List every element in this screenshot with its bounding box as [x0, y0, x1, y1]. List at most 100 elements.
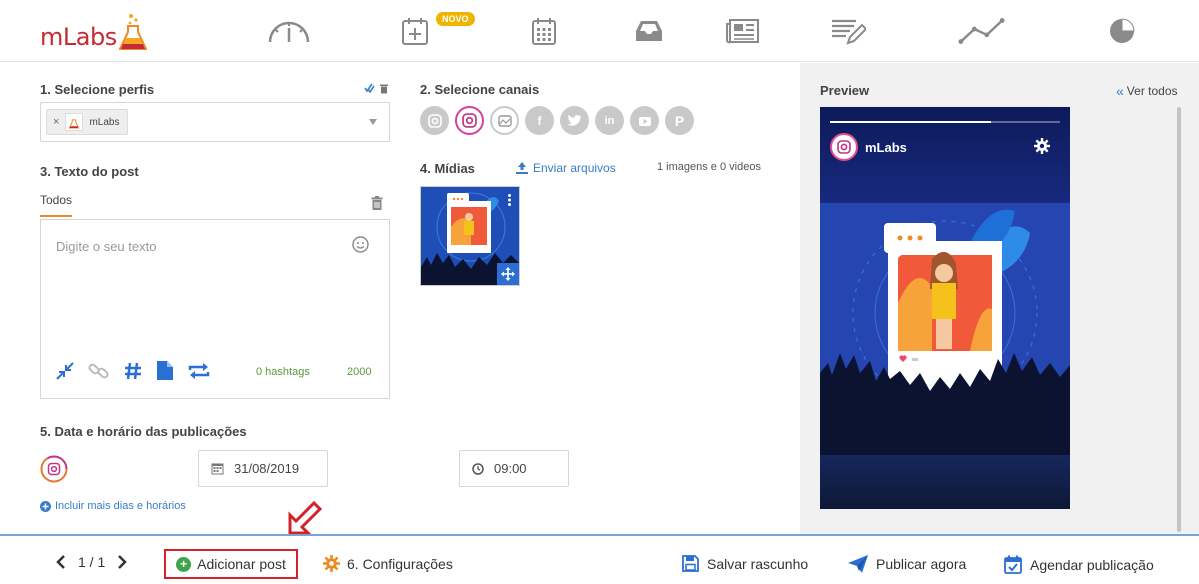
include-more-days-link[interactable]: Incluir mais dias e horários — [40, 500, 186, 512]
see-all-link[interactable]: « Ver todos — [1116, 83, 1178, 99]
profile-chip-label: mLabs — [89, 116, 120, 128]
schedule-post-label: Agendar publicação — [1030, 556, 1154, 573]
bottom-action-bar: 1 / 1 + Adicionar post 6. Configurações … — [0, 534, 1199, 584]
nav-analytics[interactable] — [958, 14, 1006, 48]
save-draft-label: Salvar rascunho — [707, 555, 809, 572]
calendar-icon — [211, 463, 224, 475]
add-post-button[interactable]: + Adicionar post — [164, 549, 298, 579]
post-pager: 1 / 1 — [56, 554, 128, 570]
nav-news[interactable] — [719, 14, 767, 48]
calendar-icon — [532, 18, 556, 45]
date-value: 31/08/2019 — [234, 461, 300, 476]
see-all-label: Ver todos — [1126, 84, 1178, 98]
add-post-label: Adicionar post — [197, 556, 286, 572]
move-handle[interactable] — [497, 263, 519, 285]
schedule-post-button[interactable]: Agendar publicação — [1004, 555, 1154, 574]
link-icon[interactable] — [88, 361, 110, 381]
hashtag-icon[interactable] — [123, 361, 143, 381]
time-input[interactable]: 09:00 — [459, 450, 569, 487]
date-input[interactable]: 31/08/2019 — [198, 450, 328, 487]
calendar-check-icon — [1004, 555, 1022, 574]
channel-twitter[interactable] — [560, 106, 589, 135]
instagram-profile-avatar — [40, 455, 68, 488]
story-settings-button[interactable] — [1034, 138, 1050, 159]
settings-label: 6. Configurações — [347, 555, 453, 572]
preview-panel: Preview « Ver todos mLabs — [800, 63, 1199, 534]
media-section-title: 4. Mídias — [420, 161, 475, 176]
story-avatar — [830, 133, 858, 161]
clear-text-button[interactable] — [371, 196, 383, 215]
instagram-icon — [462, 113, 477, 128]
story-progress-fill — [830, 121, 991, 123]
tab-active-indicator — [40, 215, 72, 217]
nav-reports[interactable] — [1098, 14, 1146, 48]
highlight-arrow-icon — [288, 500, 323, 535]
gear-icon — [1034, 138, 1050, 154]
double-chevron-left-icon: « — [1116, 83, 1124, 99]
publish-now-button[interactable]: Publicar agora — [848, 555, 966, 573]
channels-section-title: 2. Selecione canais — [420, 82, 540, 97]
channel-facebook[interactable]: f — [525, 106, 554, 135]
flask-icon — [69, 119, 80, 129]
compress-icon[interactable] — [55, 361, 75, 381]
nav-dashboard[interactable] — [265, 14, 313, 48]
nav-edit-list[interactable] — [824, 14, 872, 48]
line-chart-icon — [958, 18, 1005, 44]
media-thumbnail[interactable] — [420, 186, 520, 286]
chip-remove-icon[interactable]: × — [53, 116, 59, 128]
post-text-editor[interactable]: Digite o seu texto 0 hashtags 2000 — [40, 219, 390, 399]
more-options-icon[interactable] — [508, 193, 511, 211]
story-preview: mLabs — [820, 107, 1070, 509]
trash-icon — [371, 196, 383, 210]
save-draft-button[interactable]: Salvar rascunho — [682, 555, 808, 572]
chevron-down-icon[interactable] — [369, 119, 377, 125]
channel-story-image[interactable] — [490, 106, 519, 135]
publish-now-label: Publicar agora — [876, 556, 967, 572]
post-text-placeholder: Digite o seu texto — [56, 239, 157, 254]
linkedin-icon: in — [604, 114, 615, 127]
hashtag-counter: 0 hashtags — [256, 366, 310, 378]
channel-pinterest[interactable]: P — [665, 106, 694, 135]
twitter-icon — [567, 114, 581, 126]
channel-instagram-gray[interactable] — [420, 106, 449, 135]
channel-instagram-stories[interactable] — [455, 106, 484, 135]
profiles-actions — [364, 83, 389, 94]
preview-title: Preview — [820, 83, 870, 98]
settings-button[interactable]: 6. Configurações — [323, 555, 453, 572]
editor-toolbar — [55, 360, 211, 381]
chevron-left-icon[interactable] — [56, 555, 66, 569]
edit-list-icon — [832, 19, 866, 45]
pager-label: 1 / 1 — [78, 554, 106, 570]
tab-todos[interactable]: Todos — [40, 193, 72, 207]
emoji-button[interactable] — [352, 236, 369, 258]
repost-icon[interactable] — [187, 361, 211, 381]
document-icon[interactable] — [156, 360, 174, 381]
newspaper-icon — [726, 19, 759, 44]
chevron-right-icon[interactable] — [117, 555, 128, 569]
nav-calendar-add[interactable] — [391, 14, 439, 48]
nav-inbox[interactable] — [625, 14, 673, 48]
story-progress-bar — [830, 121, 1060, 123]
brand-logo[interactable]: mLabs — [40, 8, 147, 52]
dashboard-gauge-icon — [268, 21, 310, 43]
story-media-image — [820, 203, 1070, 455]
character-counter: 2000 — [347, 366, 372, 378]
new-badge: NOVO — [436, 12, 475, 26]
profile-chip: × mLabs — [46, 109, 129, 135]
text-section-title: 3. Texto do post — [40, 164, 139, 179]
trash-icon[interactable] — [379, 83, 389, 94]
brand-name: mLabs — [40, 23, 117, 51]
story-account-name: mLabs — [865, 140, 907, 155]
upload-icon — [516, 162, 528, 174]
upload-files-label: Enviar arquivos — [533, 161, 616, 175]
image-icon — [497, 114, 512, 127]
nav-calendar[interactable] — [520, 14, 568, 48]
flask-icon — [118, 14, 147, 50]
channel-linkedin[interactable]: in — [595, 106, 624, 135]
upload-files-link[interactable]: Enviar arquivos — [516, 161, 616, 175]
preview-scrollbar[interactable] — [1177, 107, 1181, 532]
check-all-icon[interactable] — [364, 83, 375, 93]
profile-select[interactable]: × mLabs — [40, 102, 390, 142]
plus-circle-icon — [40, 500, 51, 512]
channel-youtube[interactable] — [630, 106, 659, 135]
